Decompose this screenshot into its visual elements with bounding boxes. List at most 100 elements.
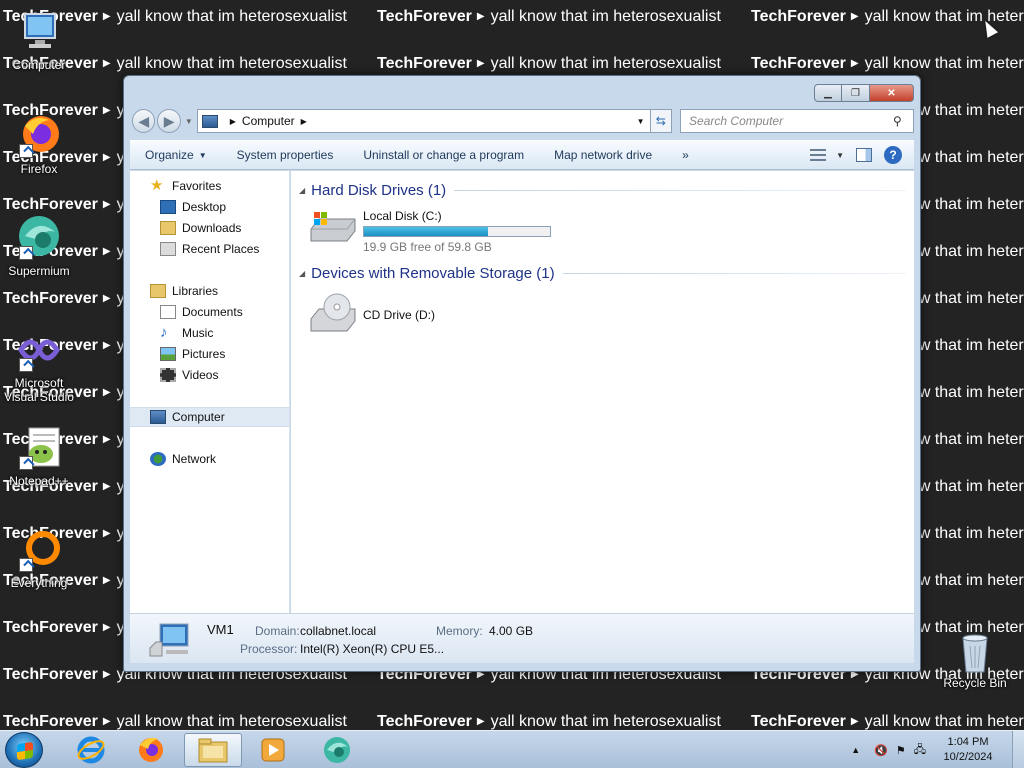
play-arrow-icon: ▶ [102,199,111,210]
desktop-icon-supermium[interactable]: Supermium [0,214,78,278]
pictures-icon [160,347,176,361]
shortcut-arrow-icon [19,246,33,260]
collapse-triangle-icon[interactable]: ◢ [299,269,305,278]
drive-item-c[interactable]: Local Disk (C:) 19.9 GB free of 59.8 GB [309,209,551,254]
details-pane: VM1 Domain: collabnet.local Memory: 4.00… [130,613,914,663]
address-dropdown-icon[interactable]: ▼ [632,117,650,126]
network-tray-icon[interactable]: 🖧 [914,741,926,760]
taskbar-firefox[interactable] [122,733,180,767]
processor-value: Intel(R) Xeon(R) CPU E5... [300,642,445,656]
maximize-button[interactable]: ❐ [842,84,870,102]
explorer-window[interactable]: ▁ ❐ ✕ ◀ ▶ ▼ ▶ Computer ▶ ▼ ⇆ Search Comp… [123,75,921,672]
drive-usage-bar [363,226,551,237]
shortcut-arrow-icon [19,358,33,372]
refresh-button[interactable]: ⇆ [650,109,673,133]
play-arrow-icon: ▶ [850,716,859,727]
wallpaper-brand: TechForever [377,713,472,730]
collapse-triangle-icon[interactable]: ◢ [299,186,305,195]
clock[interactable]: 1:04 PM 10/2/2024 [936,735,1000,765]
taskbar-windows-explorer[interactable] [184,733,242,767]
breadcrumb-computer[interactable]: Computer [242,114,295,128]
wallpaper-tagline: yall know that im heterosexualist [864,713,1024,730]
taskbar-media-player[interactable] [244,733,302,767]
address-bar[interactable]: ▶ Computer ▶ ▼ [196,109,651,133]
nav-desktop[interactable]: Desktop [160,197,226,217]
back-button[interactable]: ◀ [132,109,156,133]
navigation-bar: ◀ ▶ ▼ ▶ Computer ▶ ▼ ⇆ Search Computer ⚲ [132,108,915,134]
play-arrow-icon: ▶ [476,11,485,22]
search-input[interactable]: Search Computer ⚲ [680,109,915,133]
firefox-icon [139,737,163,762]
desktop-icon-recycle-bin[interactable]: Recycle Bin [936,632,1014,690]
recent-pages-dropdown[interactable]: ▼ [185,117,193,126]
desktop-icon-notepadpp[interactable]: Notepad++ [0,424,78,488]
nav-pictures[interactable]: Pictures [160,344,225,364]
system-tray: ▲ 🔇 ⚑ 🖧 1:04 PM 10/2/2024 [851,731,1024,768]
windows-explorer-icon [198,738,228,763]
start-button[interactable] [5,732,43,768]
wallpaper-tagline: yall know that im heterosexualist [116,8,347,25]
play-arrow-icon: ▶ [102,152,111,163]
nav-computer[interactable]: Computer [130,407,289,427]
play-arrow-icon: ▶ [850,11,859,22]
processor-label: Processor: [240,642,298,656]
restore-icon: ❐ [851,87,860,99]
drive-name: CD Drive (D:) [363,308,435,322]
breadcrumb-chevron-icon[interactable]: ▶ [230,117,236,126]
wallpaper-text-row: TechForever ▶ yall know that im heterosexu… [0,5,1024,29]
wallpaper-text-segment: TechForever ▶ yall know that im heterosexu… [377,710,721,730]
everything-icon [15,526,63,574]
nav-recent-places[interactable]: Recent Places [160,239,259,259]
preview-pane-button[interactable] [856,148,872,162]
play-arrow-icon: ▶ [102,340,111,351]
play-arrow-icon: ▶ [850,58,859,69]
help-button[interactable]: ? [884,146,902,164]
nav-music[interactable]: ♪ Music [160,323,213,343]
minimize-button[interactable]: ▁ [814,84,842,102]
clock-time: 1:04 PM [947,736,989,748]
nav-favorites[interactable]: ★ Favorites [150,176,221,196]
nav-libraries[interactable]: Libraries [150,281,218,301]
system-properties-button[interactable]: System properties [222,140,349,170]
desktop-icon-visual-studio[interactable]: Microsoft Visual Studio [0,326,78,404]
wallpaper-brand: TechForever [3,619,98,636]
show-hidden-icons-button[interactable]: ▲ [851,745,860,755]
desktop-icon-everything[interactable]: Everything [0,526,78,590]
map-network-drive-button[interactable]: Map network drive [539,140,667,170]
shortcut-arrow-icon [19,456,33,470]
nav-documents[interactable]: Documents [160,302,243,322]
notepadpp-icon [15,424,63,472]
group-header-hard-disk-drives[interactable]: ◢ Hard Disk Drives (1) [299,180,906,200]
search-icon[interactable]: ⚲ [893,114,913,128]
taskbar-supermium[interactable] [308,733,366,767]
film-strip-icon [160,368,176,382]
forward-button[interactable]: ▶ [157,109,181,133]
nav-videos[interactable]: Videos [160,365,218,385]
close-icon: ✕ [887,87,896,99]
play-arrow-icon: ▶ [102,246,111,257]
speaker-muted-icon[interactable]: 🔇 [874,744,888,757]
taskbar-internet-explorer[interactable] [62,733,120,767]
network-icon [150,452,166,466]
organize-menu[interactable]: Organize ▼ [130,140,222,170]
show-desktop-button[interactable] [1012,731,1024,768]
close-button[interactable]: ✕ [870,84,914,102]
minimize-icon: ▁ [824,87,832,99]
more-commands-button[interactable]: » [667,140,704,170]
wallpaper-tagline: yall know that im heterosexualist [490,713,721,730]
breadcrumb-chevron-icon[interactable]: ▶ [301,117,307,126]
desktop-icon-firefox[interactable]: Firefox [0,112,78,176]
view-options-dropdown[interactable]: ▼ [836,151,844,160]
taskbar: ▲ 🔇 ⚑ 🖧 1:04 PM 10/2/2024 [0,730,1024,768]
uninstall-program-button[interactable]: Uninstall or change a program [348,140,539,170]
change-view-icon[interactable] [810,149,827,161]
chevron-down-icon: ▼ [198,150,207,160]
drive-item-d[interactable]: CD Drive (D:) [309,291,435,335]
group-header-removable-storage[interactable]: ◢ Devices with Removable Storage (1) [299,263,906,283]
desktop-icon-computer[interactable]: Computer [0,8,78,72]
nav-network[interactable]: Network [150,449,216,469]
wallpaper-brand: TechForever [751,8,846,25]
nav-downloads[interactable]: Downloads [160,218,241,238]
play-arrow-icon: ▶ [102,481,111,492]
action-center-flag-icon[interactable]: ⚑ [896,744,906,757]
